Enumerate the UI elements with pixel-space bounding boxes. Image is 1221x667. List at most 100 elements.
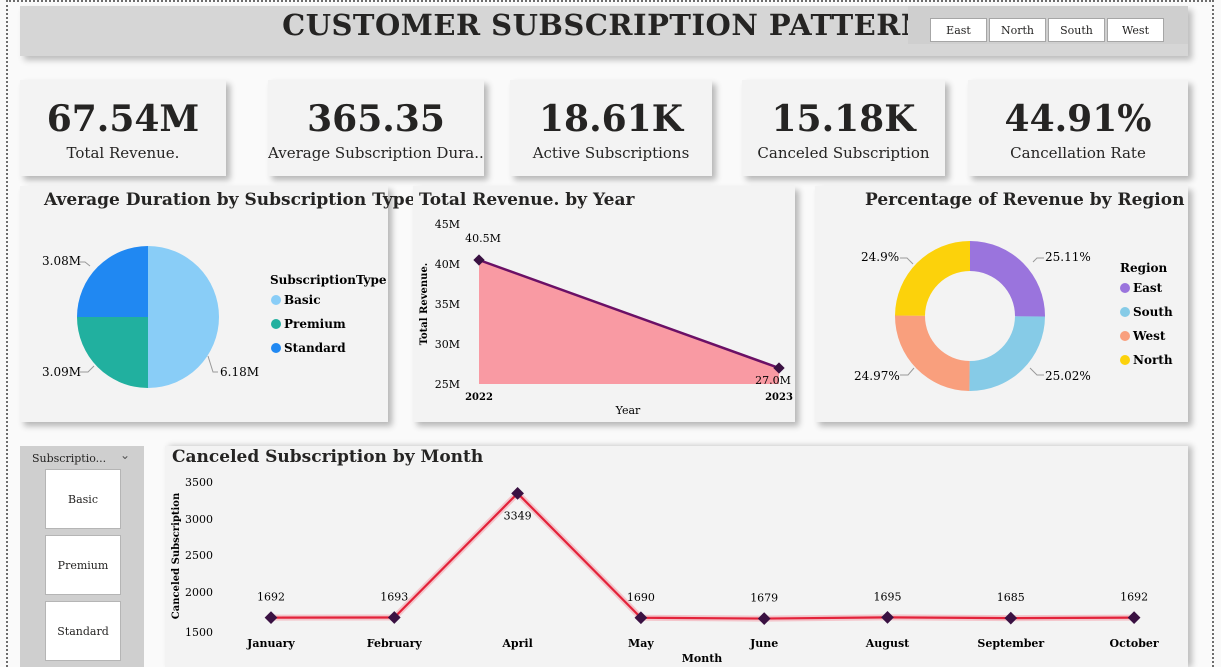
y-axis-title: Canceled Subscription [171,492,182,619]
kpi-card-canceled-subscription: 15.18K Canceled Subscription [742,80,945,176]
y-axis-title: Total Revenue. [419,263,430,346]
y-tick-label: 25M [435,378,460,391]
x-axis-title: Year [615,404,641,417]
pie-label-standard: 3.08M [42,254,81,268]
kpi-value: 44.91% [1004,98,1152,140]
region-button-east[interactable]: East [930,18,987,42]
slicer-header[interactable]: Subscriptio... [32,452,106,465]
y-tick-label: 1500 [185,626,213,639]
chevron-down-icon[interactable]: ⌄ [120,448,130,462]
y-tick-label: 40M [435,258,460,271]
pie-chart-card: Average Duration by Subscription Type 3.… [20,186,416,422]
x-tick-label: 2023 [765,392,793,403]
x-axis-title: Month [682,652,723,665]
leader-line [80,365,95,373]
line-chart-svg: 3500 3000 2500 2000 1500 Canceled Subscr… [171,476,1159,665]
kpi-value: 365.35 [307,98,445,140]
pie-legend-premium[interactable]: Premium [284,317,346,331]
y-tick-label: 3000 [185,513,213,526]
pie-slice-premium[interactable] [77,317,148,388]
data-label-april: 3349 [504,509,532,522]
kpi-value: 18.61K [538,98,684,140]
x-tick-label: January [246,637,295,650]
leader-line [1029,367,1044,376]
legend-marker-north [1120,355,1130,365]
donut-legend-title: Region [1120,261,1168,275]
region-button-south[interactable]: South [1048,18,1105,42]
donut-slice-south[interactable] [969,316,1045,391]
line-point-june [757,612,771,625]
area-fill [479,260,779,384]
slicer-item-standard[interactable]: Standard [45,601,121,661]
region-button-west[interactable]: West [1107,18,1164,42]
donut-slice-north[interactable] [895,241,970,316]
y-tick-label: 30M [435,338,460,351]
pie-legend-basic[interactable]: Basic [284,293,321,307]
data-label-january: 1692 [257,591,285,604]
kpi-card-active-subscriptions: 18.61K Active Subscriptions [510,80,712,176]
donut-legend-west[interactable]: West [1132,329,1166,343]
donut-legend-east[interactable]: East [1133,281,1163,295]
line-point-september [1004,611,1018,625]
kpi-card-cancellation-rate: 44.91% Cancellation Rate [968,80,1188,176]
data-label-2023: 27.0M [755,374,791,387]
region-filter-panel: East North South West [908,6,1188,44]
legend-marker-south [1120,307,1130,317]
y-tick-label: 3500 [185,476,213,489]
donut-slice-west[interactable] [895,315,970,391]
kpi-label: Active Subscriptions [532,144,690,162]
x-tick-label: April [501,637,532,650]
region-button-north[interactable]: North [989,18,1046,42]
donut-slice-east[interactable] [970,241,1045,317]
pie-label-basic: 6.18M [220,365,259,379]
x-tick-label: 2022 [465,392,493,403]
leader-line [1032,257,1044,263]
data-label-february: 1693 [380,591,408,604]
kpi-label: Cancellation Rate [1010,144,1146,162]
donut-legend-north[interactable]: North [1133,353,1173,367]
pie-legend-title: SubscriptionType [270,273,387,287]
subscription-type-slicer: Subscriptio... ⌄ Basic Premium Standard [20,446,144,667]
donut-label-east: 25.11% [1045,250,1091,264]
line-point-january [264,611,278,624]
pie-slice-standard[interactable] [77,246,148,317]
slicer-item-premium[interactable]: Premium [45,535,121,595]
donut-legend-south[interactable]: South [1133,305,1173,319]
area-chart-svg: 45M 40M 35M 30M 25M 2022 2023 Year Total… [419,218,793,417]
kpi-label: Canceled Subscription [757,144,930,162]
x-tick-label: September [977,637,1044,650]
kpi-label: Total Revenue. [66,144,180,162]
y-tick-label: 2500 [185,549,213,562]
slicer-item-basic[interactable]: Basic [45,469,121,529]
line-point-august [881,611,894,624]
y-tick-label: 2000 [185,586,213,599]
kpi-card-total-revenue: 67.54M Total Revenue. [20,80,226,176]
kpi-value: 67.54M [46,98,200,140]
kpi-value: 15.18K [771,98,916,140]
area-chart-card: Total Revenue. by Year 45M 40M 35M 30M 2… [413,186,795,422]
legend-marker-basic [271,295,281,305]
pie-legend-standard[interactable]: Standard [284,341,346,355]
donut-label-south: 25.02% [1045,369,1091,383]
y-tick-label: 35M [435,298,460,311]
legend-marker-west [1120,331,1130,341]
leader-line [900,257,914,265]
x-tick-label: June [749,637,778,650]
kpi-card-average-duration: 365.35 Average Subscription Dura... [268,80,484,176]
donut-label-west: 24.97% [854,369,900,383]
leader-line [900,367,915,376]
legend-marker-standard [271,343,281,353]
pie-slice-basic[interactable] [148,246,219,388]
data-label-september: 1685 [997,591,1025,604]
leader-line [80,261,91,267]
line-point-october [1127,611,1141,624]
data-label-may: 1690 [627,591,655,604]
x-tick-label: August [865,637,910,650]
donut-chart-svg: 25.11% 25.02% 24.97% 24.9% Region East S… [854,241,1173,391]
line-chart-card: Canceled Subscription by Month 3500 3000… [165,446,1188,667]
x-tick-label: May [628,637,654,650]
legend-marker-premium [271,319,281,329]
donut-label-north: 24.9% [861,250,899,264]
pie-label-premium: 3.09M [42,365,81,379]
y-tick-label: 45M [435,218,460,231]
